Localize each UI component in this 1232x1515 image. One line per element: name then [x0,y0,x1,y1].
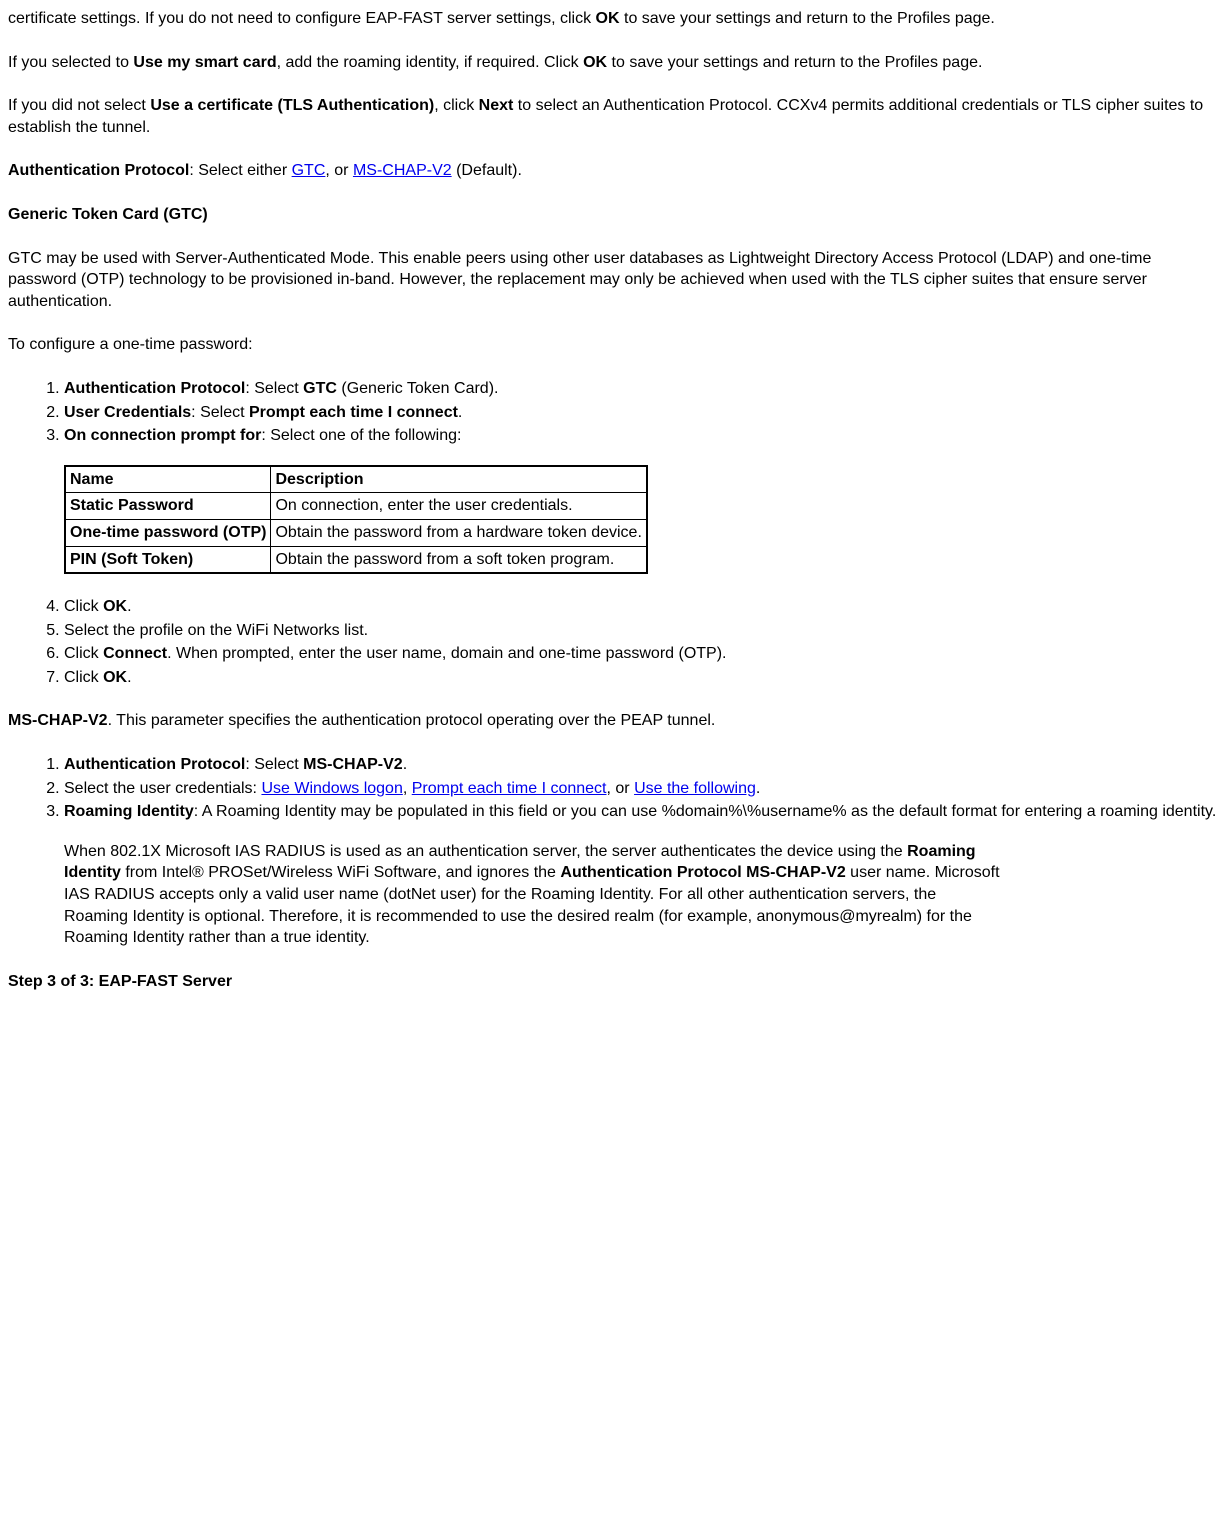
list-item: Click Connect. When prompted, enter the … [64,643,1224,665]
text: (Default). [452,162,522,179]
table-header-row: Name Description [65,466,647,493]
table-header-description: Description [271,466,647,493]
text: . [458,404,462,421]
gtc-heading-text: Generic Token Card (GTC) [8,206,208,223]
list-item: Select the user credentials: Use Windows… [64,778,1224,800]
prompt-options-table: Name Description Static Password On conn… [64,465,648,574]
list-item: Click OK. [64,667,1224,689]
list-item: Select the profile on the WiFi Networks … [64,620,1224,642]
text: . [403,756,407,773]
table-cell-name: Static Password [70,497,194,514]
step-value: Prompt each time I connect [249,404,458,421]
text: . When prompted, enter the user name, do… [167,645,726,662]
step3-heading-text: Step 3 of 3: EAP-FAST Server [8,973,232,990]
gtc-heading: Generic Token Card (GTC) [8,204,1224,226]
step-label: Authentication Protocol [64,380,245,397]
text: : Select one of the following: [261,427,461,444]
text: : Select either [189,162,291,179]
auth-proto-label: Authentication Protocol [8,162,189,179]
gtc-link[interactable]: GTC [292,162,326,179]
text: : Select [245,380,303,397]
text: (Generic Token Card). [337,380,499,397]
text: : Select [245,756,303,773]
use-cert-text: Use a certificate (TLS Authentication) [150,97,434,114]
list-item: Authentication Protocol: Select GTC (Gen… [64,378,1224,400]
text: Click [64,598,103,615]
text: : A Roaming Identity may be populated in… [194,803,1217,820]
table-row: Static Password On connection, enter the… [65,493,647,520]
mschap-link[interactable]: MS-CHAP-V2 [353,162,452,179]
step-value: GTC [303,380,337,397]
step3-heading: Step 3 of 3: EAP-FAST Server [8,971,1224,993]
text: Select the user credentials: [64,780,261,797]
step-label: Authentication Protocol [64,756,245,773]
text: If you selected to [8,54,133,71]
use-smart-card-text: Use my smart card [133,54,276,71]
use-the-following-link[interactable]: Use the following [634,780,756,797]
text: , [403,780,412,797]
step-label: User Credentials [64,404,191,421]
paragraph-auth-proto: Authentication Protocol: Select either G… [8,160,1224,182]
next-text: Next [479,97,514,114]
table-cell-desc: Obtain the password from a hardware toke… [271,519,647,546]
list-item: Authentication Protocol: Select MS-CHAP-… [64,754,1224,776]
auth-proto-mschap-text: Authentication Protocol MS-CHAP-V2 [560,864,845,881]
table-cell-name: PIN (Soft Token) [70,551,193,568]
ok-text: OK [583,54,607,71]
list-item: On connection prompt for: Select one of … [64,425,1224,574]
table-row: One-time password (OTP) Obtain the passw… [65,519,647,546]
text: . This parameter specifies the authentic… [108,712,716,729]
table-cell-desc: Obtain the password from a soft token pr… [271,546,647,573]
list-item: Roaming Identity: A Roaming Identity may… [64,801,1224,949]
gtc-description: GTC may be used with Server-Authenticate… [8,248,1224,313]
text: . [127,669,131,686]
text: : Select [191,404,249,421]
mschap-heading: MS-CHAP-V2 [8,712,108,729]
ok-text: OK [596,10,620,27]
text: , or [325,162,353,179]
gtc-steps-list: Authentication Protocol: Select GTC (Gen… [8,378,1224,689]
list-item: Click OK. [64,596,1224,618]
text: When 802.1X Microsoft IAS RADIUS is used… [64,843,907,860]
step-label: On connection prompt for [64,427,261,444]
table-row: PIN (Soft Token) Obtain the password fro… [65,546,647,573]
paragraph-smartcard: If you selected to Use my smart card, ad… [8,52,1224,74]
paragraph-no-cert: If you did not select Use a certificate … [8,95,1224,138]
step-value: MS-CHAP-V2 [303,756,403,773]
table-cell-desc: On connection, enter the user credential… [271,493,647,520]
table-header-name: Name [65,466,271,493]
connect-text: Connect [103,645,167,662]
text: certificate settings. If you do not need… [8,10,596,27]
use-windows-logon-link[interactable]: Use Windows logon [261,780,402,797]
text: from Intel® PROSet/Wireless WiFi Softwar… [121,864,561,881]
gtc-config-intro: To configure a one-time password: [8,334,1224,356]
text: Click [64,645,103,662]
mschap-steps-list: Authentication Protocol: Select MS-CHAP-… [8,754,1224,949]
text: , add the roaming identity, if required.… [277,54,584,71]
list-item: User Credentials: Select Prompt each tim… [64,402,1224,424]
text: , click [434,97,478,114]
text: . [127,598,131,615]
text: to save your settings and return to the … [607,54,982,71]
text: If you did not select [8,97,150,114]
text: Click [64,669,103,686]
text: , or [607,780,635,797]
table-cell-name: One-time password (OTP) [70,524,266,541]
ok-text: OK [103,669,127,686]
roaming-identity-note: When 802.1X Microsoft IAS RADIUS is used… [64,841,1004,949]
text: . [756,780,760,797]
text: to save your settings and return to the … [620,10,995,27]
paragraph-cert-settings: certificate settings. If you do not need… [8,8,1224,30]
step-label: Roaming Identity [64,803,194,820]
ok-text: OK [103,598,127,615]
mschap-paragraph: MS-CHAP-V2. This parameter specifies the… [8,710,1224,732]
prompt-each-time-link[interactable]: Prompt each time I connect [412,780,607,797]
